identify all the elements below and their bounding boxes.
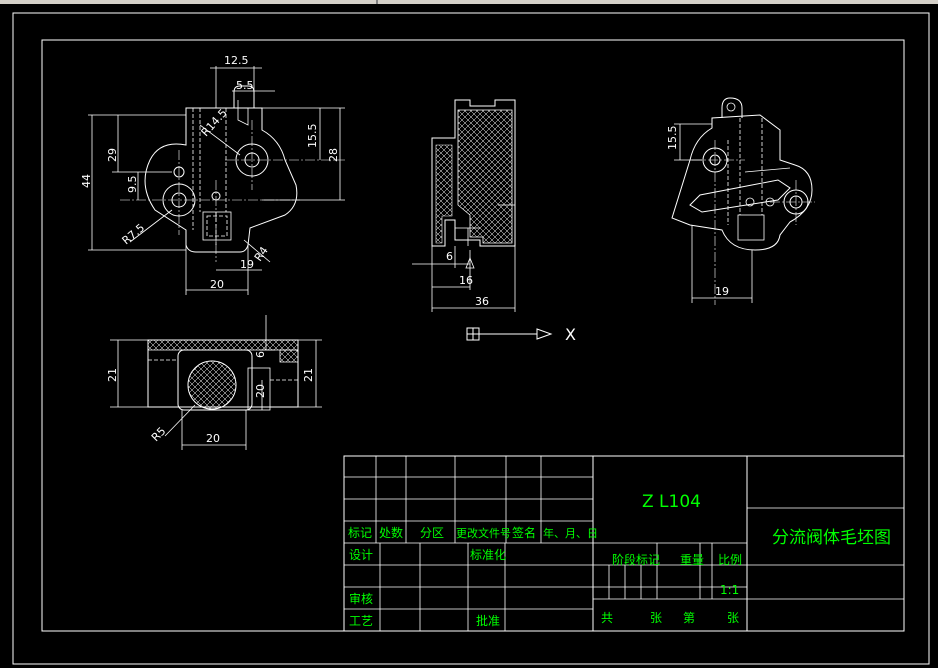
- dim-36-v2: 36: [475, 295, 489, 308]
- title-drawing-number: Z L104: [642, 492, 701, 512]
- tb-scale-label: 比例: [718, 553, 742, 567]
- dim-r7-5: R7.5: [120, 221, 148, 247]
- dim-r5: R5: [149, 425, 169, 445]
- tb-header-sign: 签名: [512, 525, 536, 540]
- tb-sheet-no: 第: [683, 611, 695, 625]
- view-section: 6 16 36: [412, 99, 516, 312]
- dim-5-5: 5.5: [236, 79, 254, 92]
- tb-header-zone: 分区: [420, 526, 444, 540]
- view-top: 21 21 6 20 20 R5: [106, 315, 322, 450]
- dim-29: 29: [106, 148, 119, 162]
- dim-20-v1: 20: [210, 278, 224, 291]
- dim-9-5: 9.5: [126, 176, 139, 194]
- dim-6-v2: 6: [446, 250, 453, 263]
- dim-44: 44: [80, 174, 93, 188]
- tb-approve: 批准: [476, 613, 500, 628]
- ucs-icon: [466, 327, 553, 341]
- dim-21-right: 21: [302, 368, 315, 382]
- tb-process: 工艺: [349, 614, 373, 628]
- dim-15-5-v3: 15.5: [666, 126, 679, 151]
- tb-header-doc: 更改文件号: [456, 526, 511, 540]
- dim-28: 28: [327, 148, 340, 162]
- tb-standardize: 标准化: [470, 548, 506, 562]
- tb-scale-value: 1:1: [720, 583, 739, 597]
- tb-header-count: 处数: [379, 525, 403, 540]
- tb-design: 设计: [349, 548, 373, 562]
- tb-sheet: 张: [727, 611, 739, 625]
- tb-sheets: 张: [650, 611, 662, 625]
- tb-header-mark: 标记: [348, 526, 372, 540]
- ucs-x-label: X: [565, 325, 576, 344]
- tb-review: 审核: [349, 591, 373, 606]
- view-front: 12.5 5.5 R14.5 15.5 29 44 28 9.5 R7.5 19…: [80, 54, 345, 295]
- dim-20-v4-horizontal: 20: [206, 432, 220, 445]
- tb-weight: 重量: [680, 553, 704, 567]
- dim-12-5: 12.5: [224, 54, 249, 67]
- tb-header-date: 年、月、日: [543, 526, 598, 540]
- dim-19-v3: 19: [715, 285, 729, 298]
- cad-drawing-canvas[interactable]: 12.5 5.5 R14.5 15.5 29 44 28 9.5 R7.5 19…: [0, 4, 938, 668]
- tb-stage-mark: 阶段标记: [612, 552, 660, 567]
- dim-r14-5: R14.5: [199, 106, 230, 139]
- dim-19-v1: 19: [240, 258, 254, 271]
- view-side: 15.5 19: [666, 97, 815, 305]
- dim-21-left: 21: [106, 368, 119, 382]
- dim-20-v4-vertical: 20: [254, 384, 267, 398]
- dim-15-5-v1: 15.5: [306, 124, 319, 149]
- title-drawing-name: 分流阀体毛坯图: [772, 528, 891, 548]
- tb-total: 共: [601, 611, 613, 625]
- dim-16-v2: 16: [459, 274, 473, 287]
- dim-6-v4: 6: [254, 351, 267, 358]
